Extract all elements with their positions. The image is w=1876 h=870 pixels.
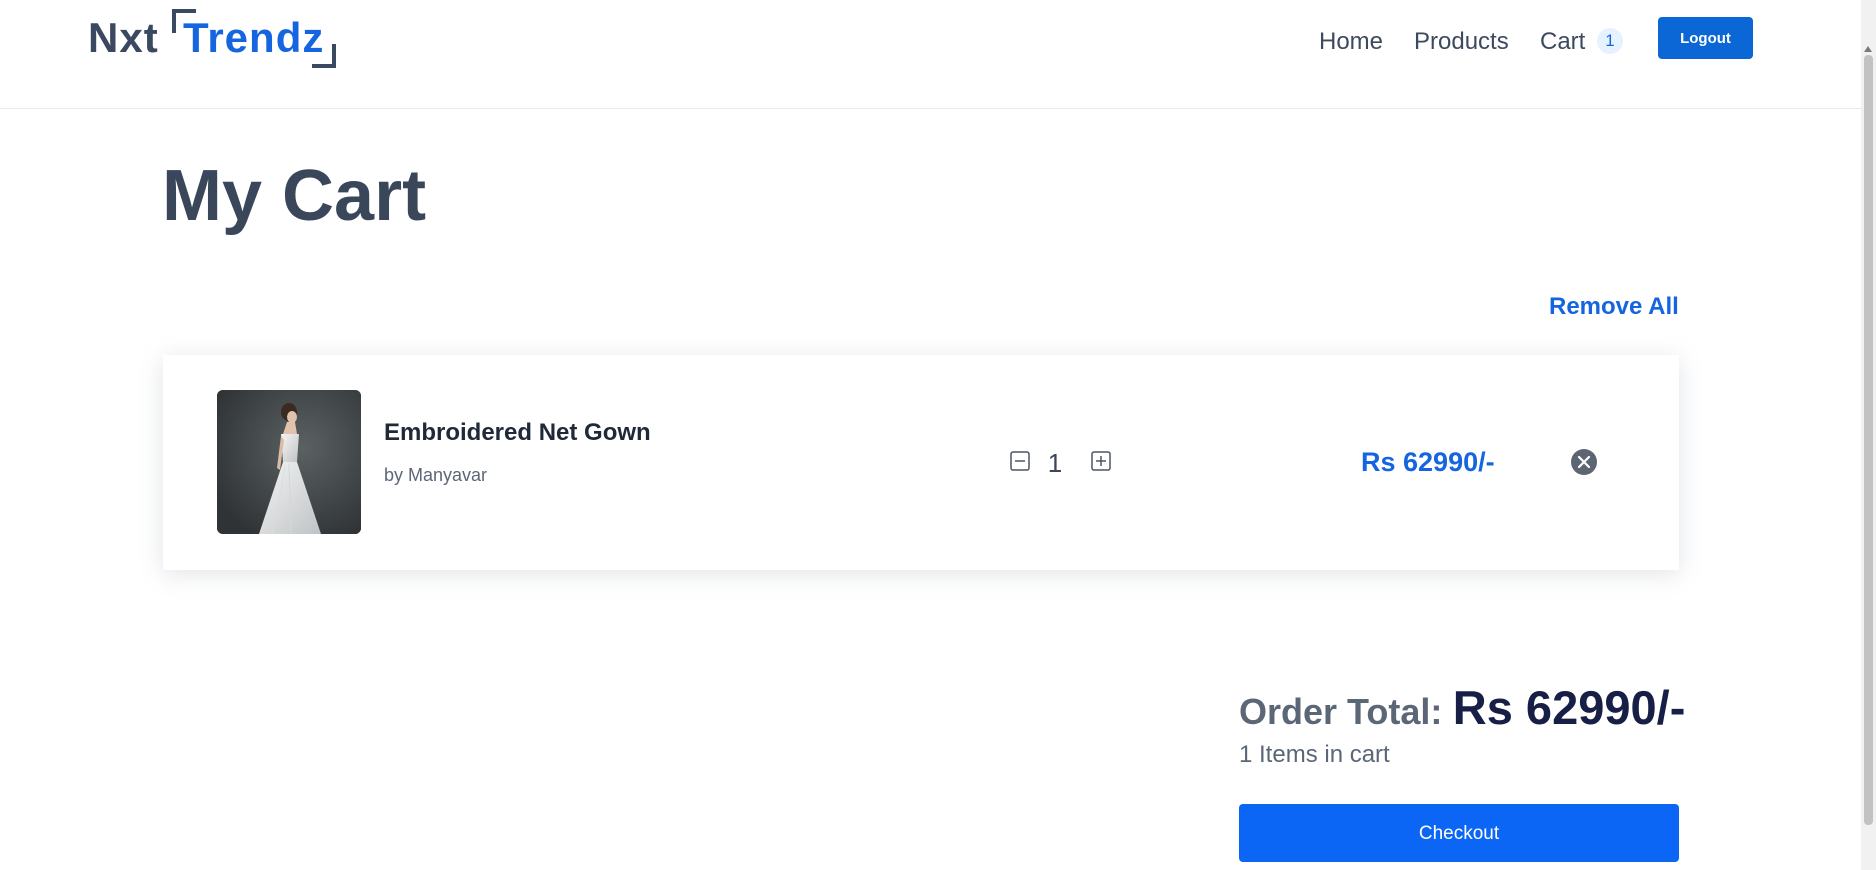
items-in-cart-count: 1 Items in cart <box>1239 741 1390 768</box>
nav-link-home[interactable]: Home <box>1319 24 1383 60</box>
nav-link-cart[interactable]: Cart <box>1540 24 1585 60</box>
increase-quantity-button[interactable] <box>1091 451 1111 471</box>
page-title: My Cart <box>162 156 427 236</box>
logo-text-nxt: Nxt <box>88 14 159 61</box>
scrollbar-thumb[interactable] <box>1864 55 1873 825</box>
logout-button[interactable]: Logout <box>1658 17 1753 59</box>
gown-product-image <box>217 390 361 534</box>
site-header: Nxt Trendz Home Products Cart 1 Logout <box>0 0 1876 109</box>
cart-item-price: Rs 62990/- <box>1361 447 1495 477</box>
gown-illustration <box>217 390 361 534</box>
cart-item-brand: by Manyavar <box>384 465 488 485</box>
minus-square-icon <box>1010 451 1030 471</box>
quantity-value: 1 <box>1047 448 1063 478</box>
close-circle-icon <box>1571 449 1597 475</box>
logo-bracket-bottom-right <box>312 44 336 68</box>
checkout-button[interactable]: Checkout <box>1239 804 1679 862</box>
logo-text-trendz: Trendz <box>183 14 325 61</box>
cart-item-title: Embroidered Net Gown <box>384 419 651 446</box>
cart-count-badge: 1 <box>1597 28 1623 54</box>
plus-square-icon <box>1091 451 1111 471</box>
remove-all-button[interactable]: Remove All <box>1549 293 1679 321</box>
order-total-label: Order Total: <box>1239 691 1443 732</box>
decrease-quantity-button[interactable] <box>1010 451 1030 471</box>
scroll-up-arrow-icon[interactable] <box>1864 46 1872 52</box>
cart-item-card: Embroidered Net Gown by Manyavar 1 Rs 62… <box>163 355 1679 570</box>
nav-link-products[interactable]: Products <box>1414 24 1509 60</box>
order-total-value: Rs 62990/- <box>1452 681 1686 734</box>
order-total: Order Total: Rs 62990/- <box>1239 680 1685 735</box>
remove-item-button[interactable] <box>1570 448 1598 476</box>
